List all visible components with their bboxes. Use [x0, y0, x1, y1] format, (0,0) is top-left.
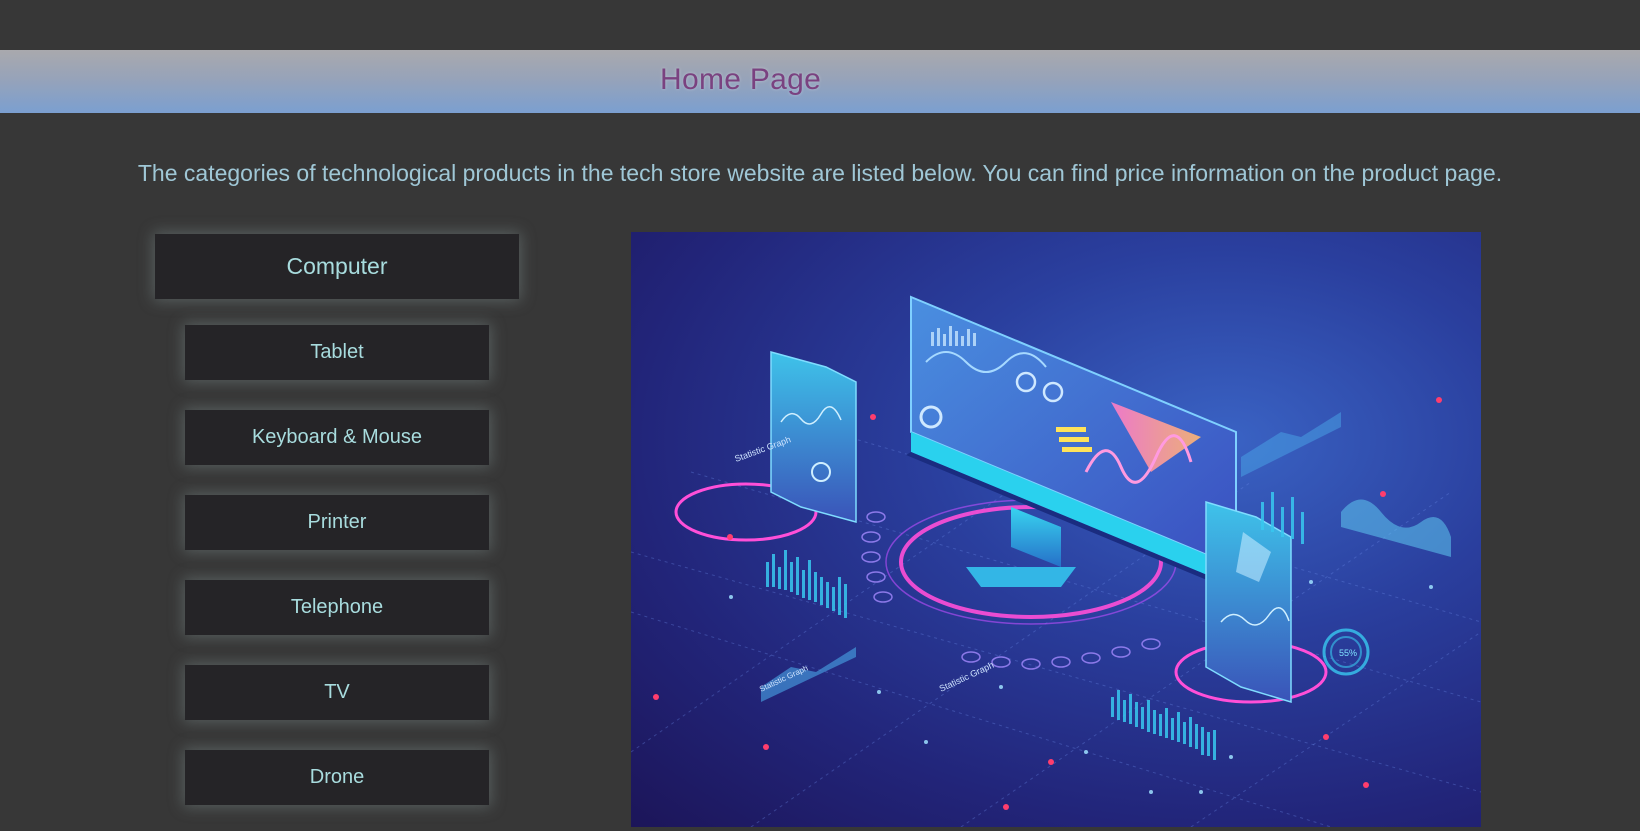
- gauge-label: 55%: [1339, 648, 1357, 658]
- category-button-computer[interactable]: Computer: [155, 234, 519, 299]
- category-button-tv[interactable]: TV: [185, 665, 489, 720]
- intro-text: The categories of technological products…: [137, 160, 1503, 186]
- page-title: Home Page: [660, 63, 822, 96]
- category-button-tablet[interactable]: Tablet: [185, 325, 489, 380]
- category-button-printer[interactable]: Printer: [185, 495, 489, 550]
- header-bar: Home Page: [0, 50, 1640, 113]
- category-button-drone[interactable]: Drone: [185, 750, 489, 805]
- category-button-keyboard-mouse[interactable]: Keyboard & Mouse: [185, 410, 489, 465]
- category-button-telephone[interactable]: Telephone: [185, 580, 489, 635]
- hero-image: 55% Statistic Graph Statistic Graph Stat…: [631, 232, 1481, 827]
- hero-label-3: Statistic Graph: [938, 660, 996, 694]
- isometric-tech-devices-illustration: 55% Statistic Graph Statistic Graph Stat…: [631, 295, 1481, 827]
